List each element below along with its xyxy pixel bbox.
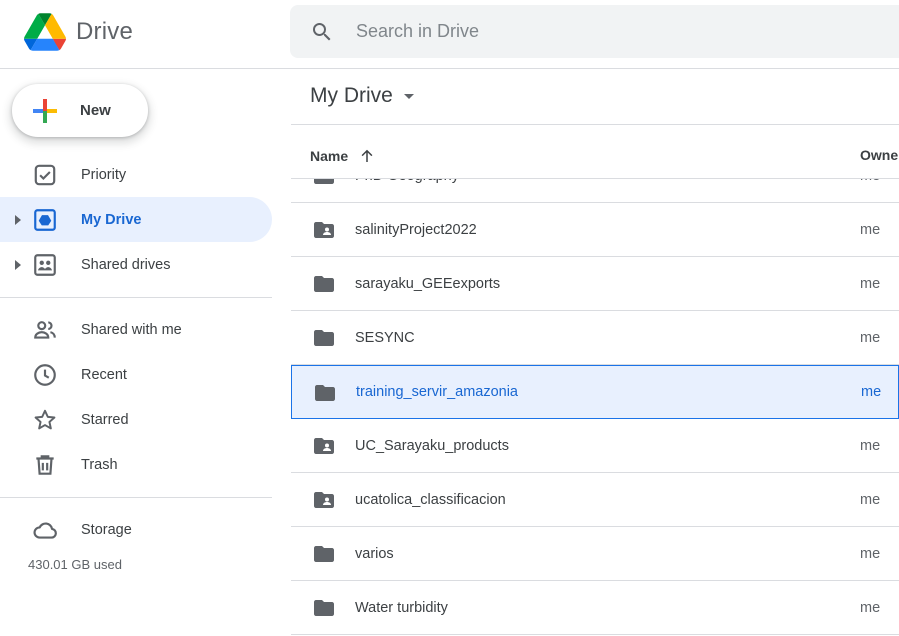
shared-folder-icon — [312, 488, 336, 512]
file-name: training_servir_amazonia — [356, 384, 518, 400]
search-bar[interactable] — [290, 5, 899, 58]
file-name: Water turbidity — [355, 599, 448, 616]
file-row[interactable]: PhD Geography me — [291, 179, 899, 203]
sidebar-item-recent[interactable]: Recent — [0, 352, 272, 397]
page-title: My Drive — [310, 84, 393, 107]
dropdown-arrow-icon — [403, 94, 414, 99]
app-name: Drive — [76, 18, 134, 45]
sidebar-item-label: Trash — [81, 456, 118, 473]
expand-caret-icon[interactable] — [14, 260, 22, 270]
my-drive-icon — [34, 209, 56, 231]
file-list[interactable]: PhD Geography me salinityProject2022 me sa… — [291, 179, 899, 636]
column-header-name[interactable]: Name — [310, 147, 376, 165]
sidebar-item-storage[interactable]: Storage — [0, 507, 272, 552]
column-header-owner-label: Owner — [860, 147, 899, 163]
file-owner: me — [861, 384, 882, 400]
shared-folder-icon — [312, 434, 336, 458]
trash-icon — [36, 455, 54, 475]
sort-ascending-icon[interactable] — [358, 147, 376, 165]
file-owner: me — [860, 437, 881, 454]
storage-used-text: 430.01 GB used — [28, 557, 122, 572]
cloud-icon — [33, 522, 57, 539]
file-row[interactable]: Water turbidity me — [291, 581, 899, 635]
file-name: UC_Sarayaku_products — [355, 437, 509, 454]
sidebar-item-label: My Drive — [81, 211, 142, 228]
title-divider — [291, 124, 899, 125]
sidebar-item-label: Starred — [81, 411, 129, 428]
search-icon[interactable] — [310, 20, 334, 44]
file-name: salinityProject2022 — [355, 221, 477, 238]
folder-icon — [312, 596, 336, 620]
priority-icon — [34, 164, 56, 186]
sidebar-item-label: Priority — [81, 166, 127, 183]
clock-icon — [34, 364, 56, 386]
folder-icon — [312, 326, 336, 350]
folder-icon — [312, 179, 336, 188]
sidebar-item-trash[interactable]: Trash — [0, 442, 272, 487]
file-row[interactable]: SESYNC me — [291, 311, 899, 365]
file-owner: me — [860, 329, 881, 346]
file-owner: me — [860, 545, 881, 562]
sidebar-divider — [0, 297, 272, 298]
file-owner: me — [860, 599, 881, 616]
shared-drives-icon — [34, 254, 56, 276]
file-name: SESYNC — [355, 329, 415, 346]
drive-logo-icon — [24, 13, 66, 51]
folder-icon — [312, 272, 336, 296]
folder-icon — [312, 542, 336, 566]
file-name: ucatolica_classificacion — [355, 491, 506, 508]
file-row[interactable]: varios me — [291, 527, 899, 581]
file-owner: me — [860, 179, 880, 184]
file-owner: me — [860, 491, 881, 508]
file-list-rows: PhD Geography me salinityProject2022 me sa… — [291, 179, 899, 635]
column-header-owner[interactable]: Owner — [860, 147, 899, 163]
file-row[interactable]: ucatolica_classificacion me — [291, 473, 899, 527]
file-owner: me — [860, 275, 881, 292]
sidebar-item-starred[interactable]: Starred — [0, 397, 272, 442]
sidebar-item-my-drive[interactable]: My Drive — [0, 197, 272, 242]
drive-logo[interactable]: Drive — [24, 12, 133, 52]
page-title-dropdown[interactable]: My Drive — [310, 84, 417, 108]
file-row[interactable]: UC_Sarayaku_products me — [291, 419, 899, 473]
search-input[interactable] — [354, 20, 758, 43]
sidebar-item-label: Shared with me — [81, 321, 182, 338]
file-row[interactable]: training_servir_amazonia me — [291, 365, 899, 419]
expand-caret-icon[interactable] — [14, 215, 22, 225]
new-button-label: New — [80, 102, 111, 119]
file-name: sarayaku_GEEexports — [355, 275, 501, 292]
file-name: PhD Geography — [355, 179, 459, 184]
sidebar-item-shared-with-me[interactable]: Shared with me — [0, 307, 272, 352]
file-row[interactable]: salinityProject2022 me — [291, 203, 899, 257]
sidebar-item-label: Storage — [81, 521, 132, 538]
plus-icon — [33, 98, 57, 123]
column-header-name-label: Name — [310, 148, 349, 164]
header-divider — [0, 68, 899, 69]
star-icon — [34, 409, 56, 430]
shared-folder-icon — [312, 218, 336, 242]
file-name: varios — [355, 545, 394, 562]
sidebar-item-label: Recent — [81, 366, 127, 383]
sidebar-item-label: Shared drives — [81, 256, 171, 273]
shared-with-me-icon — [34, 321, 56, 339]
sidebar-item-priority[interactable]: Priority — [0, 152, 272, 197]
new-button[interactable]: New — [12, 84, 148, 137]
file-owner: me — [860, 221, 881, 238]
folder-icon — [313, 381, 337, 405]
file-row[interactable]: sarayaku_GEEexports me — [291, 257, 899, 311]
sidebar-divider — [0, 497, 272, 498]
sidebar-item-shared-drives[interactable]: Shared drives — [0, 242, 272, 287]
